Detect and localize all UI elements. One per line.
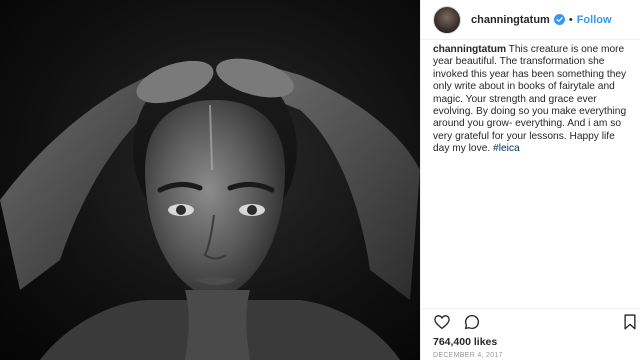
likes-count[interactable]: 764,400 likes	[433, 336, 497, 348]
separator-dot: •	[568, 13, 573, 26]
caption-text: This creature is one more year beautiful…	[433, 44, 627, 155]
post-photo[interactable]	[0, 0, 420, 360]
post-actions	[421, 308, 640, 332]
post-date: DECEMBER 4, 2017	[433, 352, 503, 359]
comment-icon[interactable]	[463, 313, 481, 331]
caption-username-link[interactable]: channingtatum	[433, 44, 506, 55]
follow-button[interactable]: Follow	[577, 14, 612, 26]
post-side-panel: channingtatum • Follow channingtatum Thi…	[420, 0, 640, 360]
post-caption: channingtatum This creature is one more …	[433, 44, 633, 156]
avatar[interactable]	[433, 5, 461, 34]
post-header: channingtatum • Follow	[421, 0, 640, 40]
hashtag-link[interactable]: #leica	[493, 143, 520, 154]
heart-icon[interactable]	[433, 313, 451, 331]
verified-badge-icon	[553, 14, 565, 25]
bookmark-icon[interactable]	[621, 313, 639, 331]
username-link[interactable]: channingtatum	[471, 14, 550, 26]
portrait-image	[0, 0, 420, 360]
